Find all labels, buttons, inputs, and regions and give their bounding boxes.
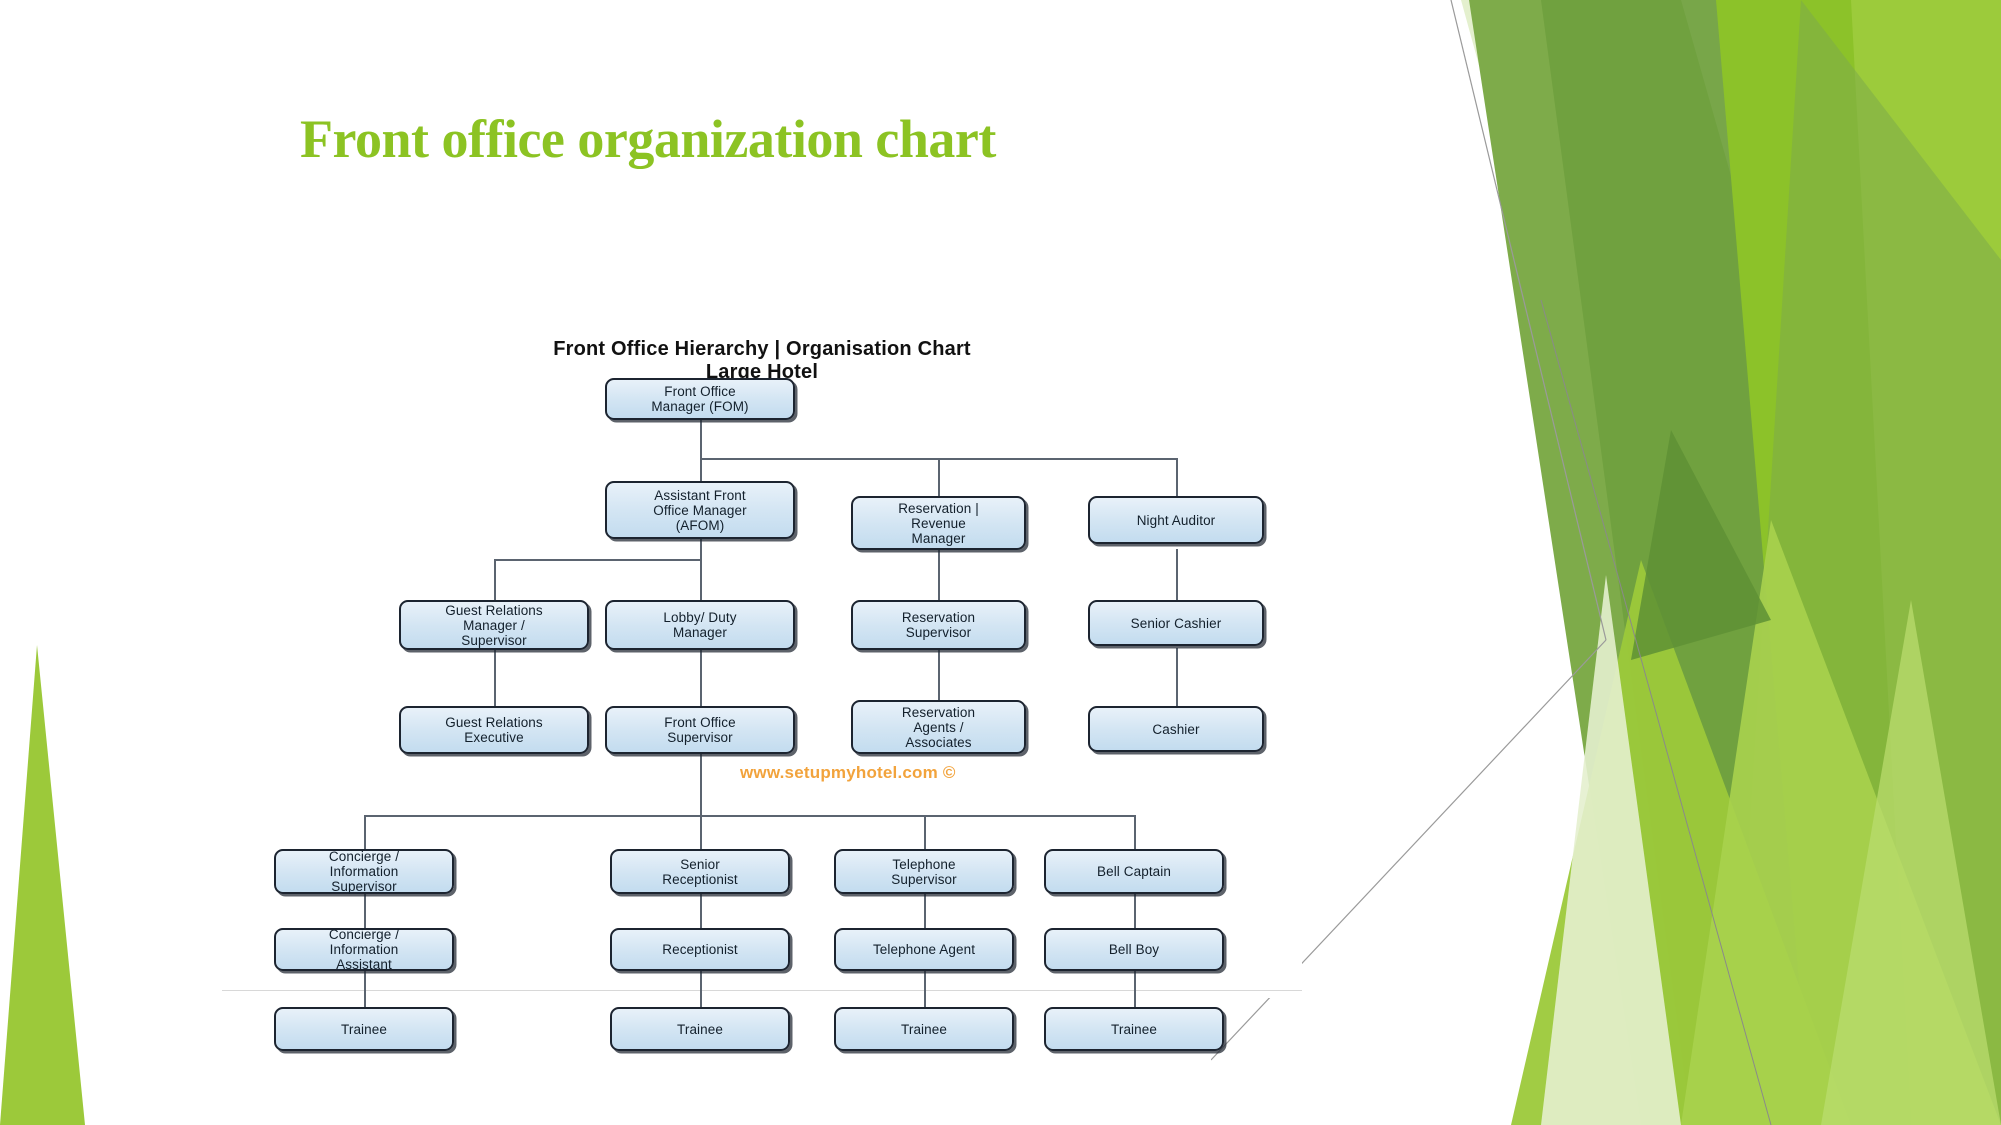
connector-resvmgr-to-resvsup [938,549,940,601]
node-telephone-supervisor[interactable]: Telephone Supervisor [834,849,1014,894]
node-bell-captain[interactable]: Bell Captain [1044,849,1224,894]
node-label: Trainee [677,1021,723,1037]
node-trainee-reception[interactable]: Trainee [610,1007,790,1051]
connector-bellboy-to-trainee4 [1134,971,1136,1007]
node-label: Bell Captain [1097,864,1171,879]
node-label: Trainee [901,1021,947,1037]
node-cashier[interactable]: Cashier [1088,706,1264,752]
decorative-green-spike-left [0,605,200,1125]
node-receptionist[interactable]: Receptionist [610,928,790,971]
node-trainee-telephone[interactable]: Trainee [834,1007,1014,1051]
chart-heading-line1: Front Office Hierarchy | Organisation Ch… [553,338,971,360]
node-label: Cashier [1152,721,1200,737]
connector-to-lobby-manager [700,559,702,601]
connector-nightauditor-to-srcashier [1176,549,1178,601]
connector-lobby-to-fosup [700,648,702,706]
node-guest-relations-manager[interactable]: Guest Relations Manager / Supervisor [399,600,589,650]
connector-level4-bus [364,815,1134,817]
node-night-auditor[interactable]: Night Auditor [1088,496,1264,544]
slide-canvas: Front office organization chart Front Of… [0,0,2001,1125]
connector-conciergesup-to-asst [364,894,366,928]
green-polygons-right [1211,0,2001,1125]
content-divider-rule [222,990,1302,991]
connector-resvsup-to-agents [938,648,940,706]
org-chart-image: Front Office Hierarchy | Organisation Ch… [222,338,1302,1051]
node-label: Telephone Agent [872,942,976,957]
node-label: Telephone Supervisor [891,856,957,887]
connector-afom-bus [494,559,701,561]
node-label: Concierge / Information Supervisor [328,849,400,894]
node-trainee-bell[interactable]: Trainee [1044,1007,1224,1051]
node-senior-receptionist[interactable]: Senior Receptionist [610,849,790,894]
node-label: Concierge / Information Assistant [328,927,400,972]
connector-to-reservation-manager [938,458,940,497]
node-reservation-revenue-manager[interactable]: Reservation | Revenue Manager [851,496,1026,550]
node-label: Front Office Supervisor [664,715,736,745]
connector-telsup-to-agent [924,894,926,928]
node-reservation-supervisor[interactable]: Reservation Supervisor [851,600,1026,650]
node-label: Bell Boy [1108,942,1160,957]
node-concierge-information-supervisor[interactable]: Concierge / Information Supervisor [274,849,454,894]
node-label: Lobby/ Duty Manager [663,610,737,640]
connector-to-telephone-supervisor [924,815,926,849]
connector-to-grm [494,559,496,601]
node-label: Assistant Front Office Manager (AFOM) [653,487,747,533]
node-label: Front Office Manager (FOM) [651,384,749,414]
connector-afom-down [700,538,702,559]
connector-to-afom [700,458,702,482]
node-guest-relations-executive[interactable]: Guest Relations Executive [399,706,589,754]
node-senior-cashier[interactable]: Senior Cashier [1088,600,1264,646]
node-label: Night Auditor [1136,512,1216,528]
node-reservation-agents[interactable]: Reservation Agents / Associates [851,700,1026,754]
node-label: Trainee [341,1021,387,1037]
node-label: Senior Cashier [1130,615,1222,631]
connector-fosup-down [700,753,702,815]
node-label: Reservation Agents / Associates [901,704,976,750]
node-front-office-supervisor[interactable]: Front Office Supervisor [605,706,795,754]
connector-srrecep-to-recep [700,894,702,928]
node-label: Guest Relations Executive [445,715,543,745]
connector-srcashier-to-cashier [1176,648,1178,706]
node-lobby-duty-manager[interactable]: Lobby/ Duty Manager [605,600,795,650]
node-bell-boy[interactable]: Bell Boy [1044,928,1224,971]
connector-telagent-to-trainee3 [924,971,926,1007]
page-title: Front office organization chart [300,109,996,169]
connector-recep-to-trainee2 [700,971,702,1007]
connector-to-bell-captain [1134,815,1136,849]
node-label: Guest Relations Manager / Supervisor [445,602,543,648]
connector-to-senior-receptionist [700,815,702,849]
connector-to-night-auditor [1176,458,1178,497]
connector-asst-to-trainee1 [364,971,366,1007]
node-label: Reservation | Revenue Manager [898,500,979,546]
node-label: Reservation Supervisor [901,610,976,640]
green-spike-shape [0,645,85,1125]
node-label: Senior Receptionist [662,856,738,887]
watermark-text: www.setupmyhotel.com © [740,763,956,782]
node-telephone-agent[interactable]: Telephone Agent [834,928,1014,971]
node-label: Receptionist [662,942,738,957]
connector-bellcaptain-to-bellboy [1134,894,1136,928]
connector-fom-down [700,418,702,458]
connector-grm-to-gre [494,648,496,706]
node-trainee-concierge[interactable]: Trainee [274,1007,454,1051]
node-concierge-information-assistant[interactable]: Concierge / Information Assistant [274,927,454,972]
connector-to-concierge-supervisor [364,815,366,849]
decorative-green-graphic-right [1211,0,2001,1125]
node-label: Trainee [1111,1021,1157,1037]
node-assistant-front-office-manager[interactable]: Assistant Front Office Manager (AFOM) [605,481,795,539]
node-front-office-manager[interactable]: Front Office Manager (FOM) [605,378,795,420]
